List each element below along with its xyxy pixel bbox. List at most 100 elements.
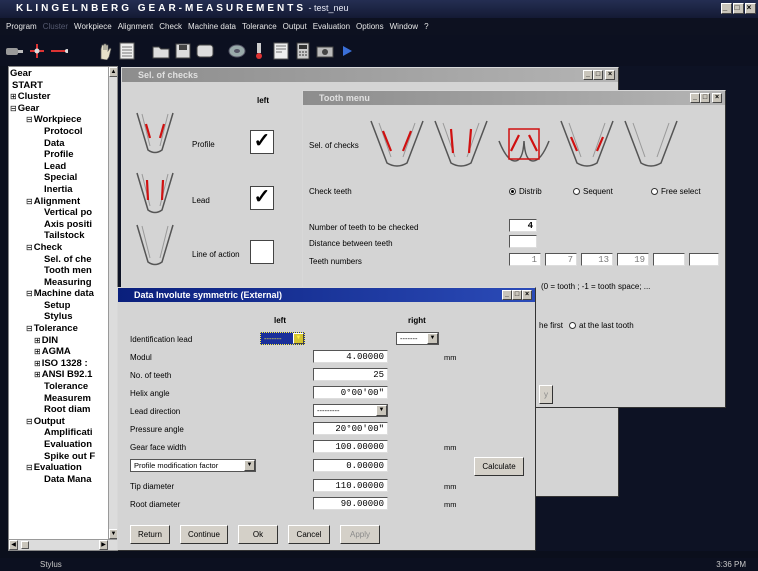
tree-item[interactable]: Gear	[10, 68, 117, 80]
pressure-angle-input[interactable]: 20°00'00"	[313, 422, 388, 435]
tree-item[interactable]: Spike out F	[10, 451, 117, 463]
expand-icon[interactable]: ⊞	[10, 92, 17, 101]
menu-output[interactable]: Output	[283, 22, 307, 35]
lead-checkbox[interactable]: ✓	[250, 186, 274, 210]
profile-modification-input[interactable]: 0.00000	[313, 459, 388, 472]
tree-item[interactable]: Special	[10, 172, 117, 184]
collapse-icon[interactable]: ⊟	[26, 289, 33, 298]
profile-modification-select[interactable]: Profile modification factor ▼	[130, 459, 256, 472]
tree-item[interactable]: Axis positi	[10, 219, 117, 231]
tree-vertical-scrollbar[interactable]: ▲ ▼	[108, 67, 117, 539]
tree-item[interactable]: START	[10, 80, 117, 92]
sel-of-checks-title-bar[interactable]: Sel. of checks _ □ ×	[122, 68, 618, 82]
root-diameter-input[interactable]: 90.00000	[313, 497, 388, 510]
menu-check[interactable]: Check	[159, 22, 182, 35]
return-button[interactable]: Return	[130, 525, 170, 544]
tree-item[interactable]: ⊟Output	[10, 416, 117, 428]
data-involute-title-bar[interactable]: Data Involute symmetric (External) _ □ ×	[118, 288, 535, 302]
collapse-icon[interactable]: ⊟	[26, 324, 33, 333]
tree-item[interactable]: Lead	[10, 161, 117, 173]
minimize-button[interactable]: _	[721, 3, 732, 14]
minimize-button[interactable]: _	[583, 70, 593, 80]
identification-right-select[interactable]: ------- ▼	[396, 332, 439, 345]
probe-cross-icon[interactable]	[28, 42, 46, 60]
runout-icon[interactable]	[557, 117, 617, 171]
minimize-button[interactable]: _	[690, 93, 700, 103]
menu-help[interactable]: ?	[424, 22, 428, 35]
cancel-button[interactable]: Cancel	[288, 525, 330, 544]
collapse-icon[interactable]: ⊟	[26, 197, 33, 206]
maximize-button[interactable]: □	[512, 290, 522, 300]
tree-item[interactable]: ⊞DIN	[10, 335, 117, 347]
tree-item[interactable]: ⊟Machine data	[10, 288, 117, 300]
scroll-right-arrow[interactable]: ▶	[99, 540, 108, 550]
scroll-up-arrow[interactable]: ▲	[109, 67, 117, 77]
tree-item[interactable]: Vertical po	[10, 207, 117, 219]
tree-item[interactable]: Amplificati	[10, 427, 117, 439]
tooth-number-1[interactable]: 1	[509, 253, 541, 266]
pitch-icon[interactable]	[497, 121, 551, 171]
close-button[interactable]: ×	[745, 3, 756, 14]
line-of-action-checkbox[interactable]	[250, 240, 274, 264]
tooth-number-4[interactable]: 19	[617, 253, 649, 266]
free-select-radio[interactable]: Free select	[651, 187, 701, 196]
tree-item[interactable]: Sel. of che	[10, 254, 117, 266]
minimize-button[interactable]: _	[502, 290, 512, 300]
lead-direction-select[interactable]: --------- ▼	[313, 404, 388, 417]
calculate-button[interactable]: Calculate	[474, 457, 524, 476]
tree-item[interactable]: ⊟Tolerance	[10, 323, 117, 335]
menu-workpiece[interactable]: Workpiece	[74, 22, 112, 35]
tree-item[interactable]: Tailstock	[10, 230, 117, 242]
apply-button[interactable]: Apply	[340, 525, 380, 544]
menu-options[interactable]: Options	[356, 22, 384, 35]
tree-item[interactable]: Measurem	[10, 393, 117, 405]
tree-item[interactable]: Inertia	[10, 184, 117, 196]
tree-item[interactable]: Measuring	[10, 277, 117, 289]
expand-icon[interactable]: ⊞	[34, 370, 41, 379]
ok-button[interactable]: Ok	[238, 525, 278, 544]
menu-window[interactable]: Window	[390, 22, 418, 35]
tree-item[interactable]: Tooth men	[10, 265, 117, 277]
tooth-menu-title-bar[interactable]: Tooth menu _ □ ×	[303, 91, 725, 105]
first-tooth-option[interactable]: he first	[539, 321, 563, 330]
tree-item[interactable]: ⊞AGMA	[10, 346, 117, 358]
profile-icon[interactable]	[367, 117, 427, 171]
tooth-number-5[interactable]	[653, 253, 685, 266]
tooth-number-3[interactable]: 13	[581, 253, 613, 266]
report-icon[interactable]	[272, 42, 290, 60]
probe-line-icon[interactable]	[50, 42, 68, 60]
window-icon[interactable]	[196, 42, 214, 60]
num-teeth-input[interactable]: 4	[509, 219, 537, 232]
tree-item[interactable]: Setup	[10, 300, 117, 312]
menu-tolerance[interactable]: Tolerance	[242, 22, 277, 35]
tree-item[interactable]: Data Mana	[10, 474, 117, 486]
collapse-icon[interactable]: ⊟	[10, 104, 17, 113]
close-button[interactable]: ×	[712, 93, 722, 103]
lead-icon[interactable]	[431, 117, 491, 171]
menu-alignment[interactable]: Alignment	[118, 22, 154, 35]
tooth-thickness-icon[interactable]	[621, 117, 681, 171]
tooth-apply-button[interactable]: y	[539, 385, 553, 404]
distance-input[interactable]	[509, 235, 537, 248]
collapse-icon[interactable]: ⊟	[26, 115, 33, 124]
expand-icon[interactable]: ⊞	[34, 336, 41, 345]
menu-machine-data[interactable]: Machine data	[188, 22, 236, 35]
helix-angle-input[interactable]: 0°00'00"	[313, 386, 388, 399]
tree-horizontal-scrollbar[interactable]: ◀ ▶	[9, 539, 117, 550]
expand-icon[interactable]: ⊞	[34, 347, 41, 356]
tooth-number-6[interactable]	[689, 253, 719, 266]
tree-item[interactable]: Stylus	[10, 311, 117, 323]
tree-item[interactable]: ⊟Gear	[10, 103, 117, 115]
save-icon[interactable]	[174, 42, 192, 60]
tree-item[interactable]: Tolerance	[10, 381, 117, 393]
stylus-icon[interactable]	[6, 42, 24, 60]
menu-cluster[interactable]: Cluster	[43, 22, 68, 35]
maximize-button[interactable]: □	[593, 70, 603, 80]
tree-item[interactable]: Protocol	[10, 126, 117, 138]
collapse-icon[interactable]: ⊟	[26, 243, 33, 252]
profile-checkbox[interactable]: ✓	[250, 130, 274, 154]
continue-button[interactable]: Continue	[180, 525, 228, 544]
tooth-number-2[interactable]: 7	[545, 253, 577, 266]
tree-item[interactable]: Profile	[10, 149, 117, 161]
tree-item[interactable]: ⊞ANSI B92.1	[10, 369, 117, 381]
